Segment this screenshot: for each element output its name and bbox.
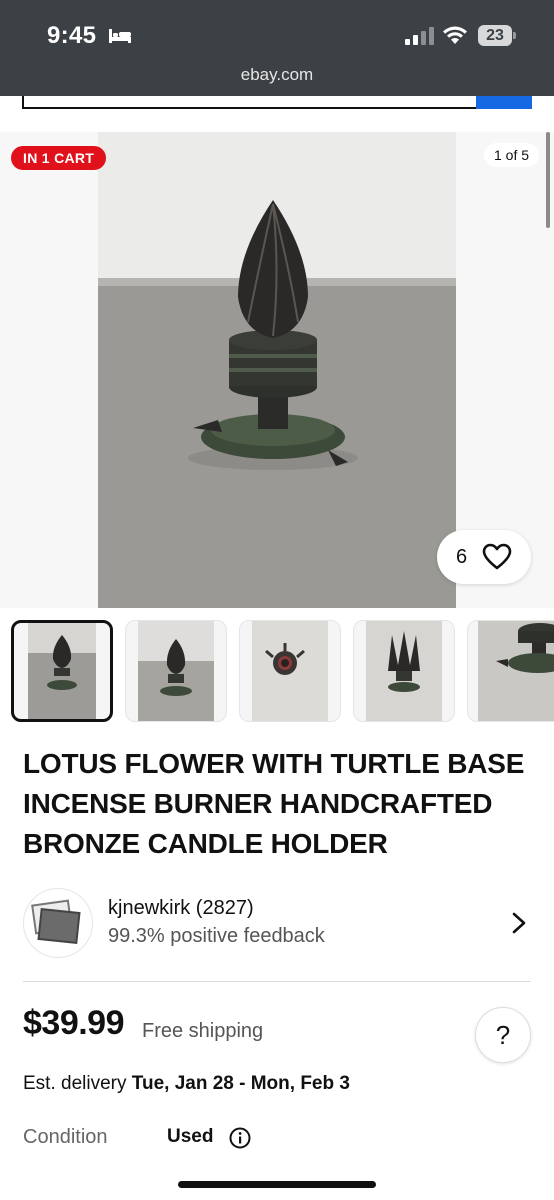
wifi-icon [443, 26, 467, 44]
condition-value: Used [167, 1126, 214, 1147]
thumbnail-3[interactable] [239, 620, 341, 722]
info-icon[interactable] [229, 1127, 251, 1149]
browser-chrome: 9:45 23 ebay.com [0, 0, 554, 96]
thumbnail-5[interactable] [467, 620, 554, 722]
seller-feedback: 99.3% positive feedback [108, 925, 325, 947]
shipping-info: Free shipping [142, 1020, 264, 1042]
scrollbar[interactable] [546, 132, 550, 228]
help-button[interactable]: ? [475, 1007, 531, 1063]
product-photo[interactable] [98, 132, 456, 608]
battery-indicator: 23 [478, 25, 516, 46]
status-time: 9:45 [47, 22, 97, 49]
search-input[interactable] [22, 96, 478, 109]
listing-title: LOTUS FLOWER WITH TURTLE BASE INCENSE BU… [23, 748, 525, 859]
search-button[interactable] [476, 96, 532, 109]
thumbnail-1[interactable] [11, 620, 113, 722]
signal-icon [405, 27, 434, 45]
home-indicator[interactable] [178, 1181, 376, 1188]
condition-label: Condition [23, 1126, 108, 1148]
thumbnail-4[interactable] [353, 620, 455, 722]
watch-count: 6 [456, 546, 468, 568]
watch-button[interactable]: 6 [437, 530, 531, 584]
delivery-dates: Tue, Jan 28 - Mon, Feb 3 [131, 1073, 350, 1094]
seller-avatar[interactable] [23, 888, 93, 958]
heart-icon [482, 543, 512, 570]
chevron-right-icon[interactable] [511, 911, 527, 935]
divider [23, 981, 531, 982]
image-counter: 1 of 5 [484, 143, 540, 167]
in-cart-badge: IN 1 CART [11, 146, 107, 170]
delivery-label: Est. delivery [23, 1073, 127, 1094]
battery-level: 23 [478, 25, 512, 46]
thumbnail-2[interactable] [125, 620, 227, 722]
url-bar[interactable]: ebay.com [0, 65, 554, 85]
delivery-estimate: Est. delivery Tue, Jan 28 - Mon, Feb 3 [23, 1073, 350, 1095]
seller-name[interactable]: kjnewkirk (2827) [108, 897, 254, 920]
price: $39.99 [23, 1004, 125, 1042]
bed-icon [109, 29, 131, 43]
thumbnail-strip[interactable] [0, 620, 554, 722]
